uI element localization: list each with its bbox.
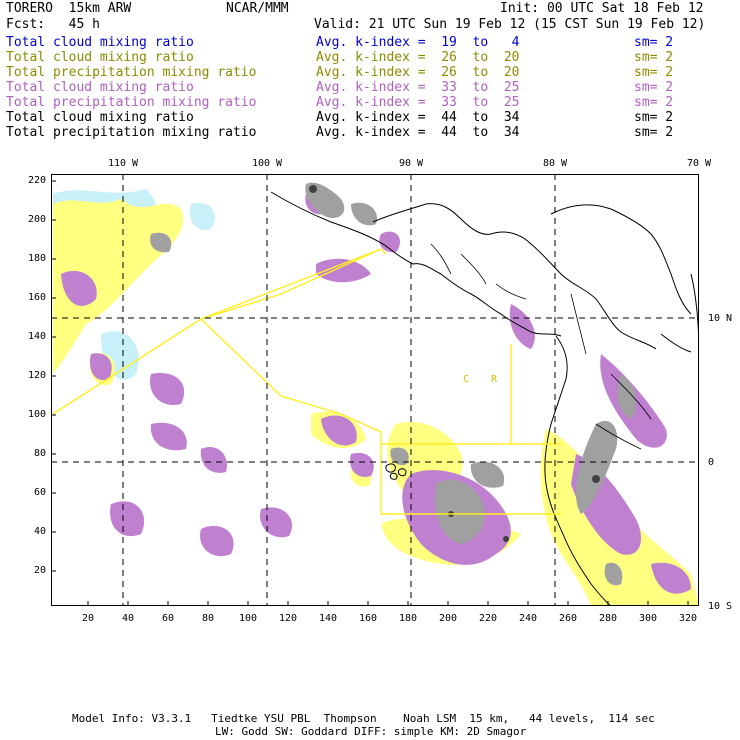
lon-label: 70 W bbox=[686, 158, 712, 169]
map-text-labels: C R bbox=[463, 374, 498, 385]
legend-sm: sm= 2 bbox=[634, 110, 674, 125]
lat-label: 0 bbox=[708, 457, 715, 468]
legend-field: Total precipitation mixing ratio bbox=[6, 95, 257, 110]
map-label-c: C bbox=[463, 374, 469, 385]
lon-label: 100 W bbox=[251, 158, 283, 169]
political-borders bbox=[430, 243, 652, 450]
legend-sm: sm= 2 bbox=[634, 35, 674, 50]
legend-field: Total cloud mixing ratio bbox=[6, 110, 194, 125]
lon-label: 80 W bbox=[542, 158, 568, 169]
y-tick-label: 120 bbox=[27, 370, 46, 381]
model-title: TORERO 15km ARW bbox=[6, 1, 132, 16]
legend-kindex: Avg. k-index = 33 to 25 bbox=[316, 95, 520, 110]
legend-field: Total cloud mixing ratio bbox=[6, 35, 194, 50]
legend-field: Total cloud mixing ratio bbox=[6, 80, 194, 95]
legend-kindex: Avg. k-index = 33 to 25 bbox=[316, 80, 520, 95]
physics-info: LW: Godd SW: Goddard DIFF: simple KM: 2D… bbox=[215, 725, 527, 738]
x-tick-label: 60 bbox=[161, 613, 175, 624]
legend-kindex: Avg. k-index = 19 to 4 bbox=[316, 35, 520, 50]
legend-field: Total precipitation mixing ratio bbox=[6, 65, 257, 80]
legend-sm: sm= 2 bbox=[634, 65, 674, 80]
x-tick-label: 320 bbox=[678, 613, 698, 624]
x-tick-label: 280 bbox=[598, 613, 618, 624]
x-tick-label: 140 bbox=[318, 613, 338, 624]
x-tick-label: 100 bbox=[238, 613, 258, 624]
forecast-hour: Fcst: 45 h bbox=[6, 17, 100, 32]
y-tick-label: 20 bbox=[33, 565, 46, 576]
legend-kindex: Avg. k-index = 44 to 34 bbox=[316, 125, 520, 140]
x-tick-label: 300 bbox=[638, 613, 658, 624]
y-tick-label: 40 bbox=[33, 526, 46, 537]
valid-time: Valid: 21 UTC Sun 19 Feb 12 (15 CST Sun … bbox=[314, 17, 706, 32]
map-label-r: R bbox=[491, 374, 498, 385]
legend-sm: sm= 2 bbox=[634, 125, 674, 140]
center-name: NCAR/MMM bbox=[226, 1, 289, 16]
x-tick-label: 220 bbox=[478, 613, 498, 624]
x-tick-label: 40 bbox=[121, 613, 135, 624]
legend-sm: sm= 2 bbox=[634, 95, 674, 110]
x-tick-label: 20 bbox=[81, 613, 95, 624]
lon-label: 90 W bbox=[398, 158, 424, 169]
x-tick-label: 80 bbox=[201, 613, 215, 624]
lat-label: 10 N bbox=[708, 313, 733, 324]
legend-sm: sm= 2 bbox=[634, 80, 674, 95]
x-tick-label: 120 bbox=[278, 613, 298, 624]
x-tick-label: 200 bbox=[438, 613, 458, 624]
x-tick-label: 160 bbox=[358, 613, 378, 624]
lat-label: 10 S bbox=[708, 601, 733, 612]
legend-field: Total precipitation mixing ratio bbox=[6, 125, 257, 140]
y-tick-label: 180 bbox=[27, 253, 46, 264]
legend-kindex: Avg. k-index = 44 to 34 bbox=[316, 110, 520, 125]
legend-sm: sm= 2 bbox=[634, 50, 674, 65]
y-tick-label: 80 bbox=[33, 448, 46, 459]
forecast-map: C R bbox=[51, 174, 699, 606]
legend-kindex: Avg. k-index = 26 to 20 bbox=[316, 50, 520, 65]
init-time: Init: 00 UTC Sat 18 Feb 12 bbox=[500, 1, 704, 16]
legend-field: Total cloud mixing ratio bbox=[6, 50, 194, 65]
field-yellow bbox=[53, 199, 699, 606]
x-tick-label: 180 bbox=[398, 613, 418, 624]
y-tick-label: 160 bbox=[27, 292, 46, 303]
legend-kindex: Avg. k-index = 26 to 20 bbox=[316, 65, 520, 80]
x-tick-label: 240 bbox=[518, 613, 538, 624]
y-tick-label: 60 bbox=[33, 487, 46, 498]
y-tick-label: 140 bbox=[27, 331, 46, 342]
y-tick-label: 200 bbox=[27, 214, 46, 225]
y-tick-label: 100 bbox=[27, 409, 46, 420]
x-tick-label: 260 bbox=[558, 613, 578, 624]
y-tick-label: 220 bbox=[27, 175, 46, 186]
model-info: Model Info: V3.3.1 Tiedtke YSU PBL Thomp… bbox=[72, 712, 655, 725]
lon-label: 110 W bbox=[107, 158, 139, 169]
